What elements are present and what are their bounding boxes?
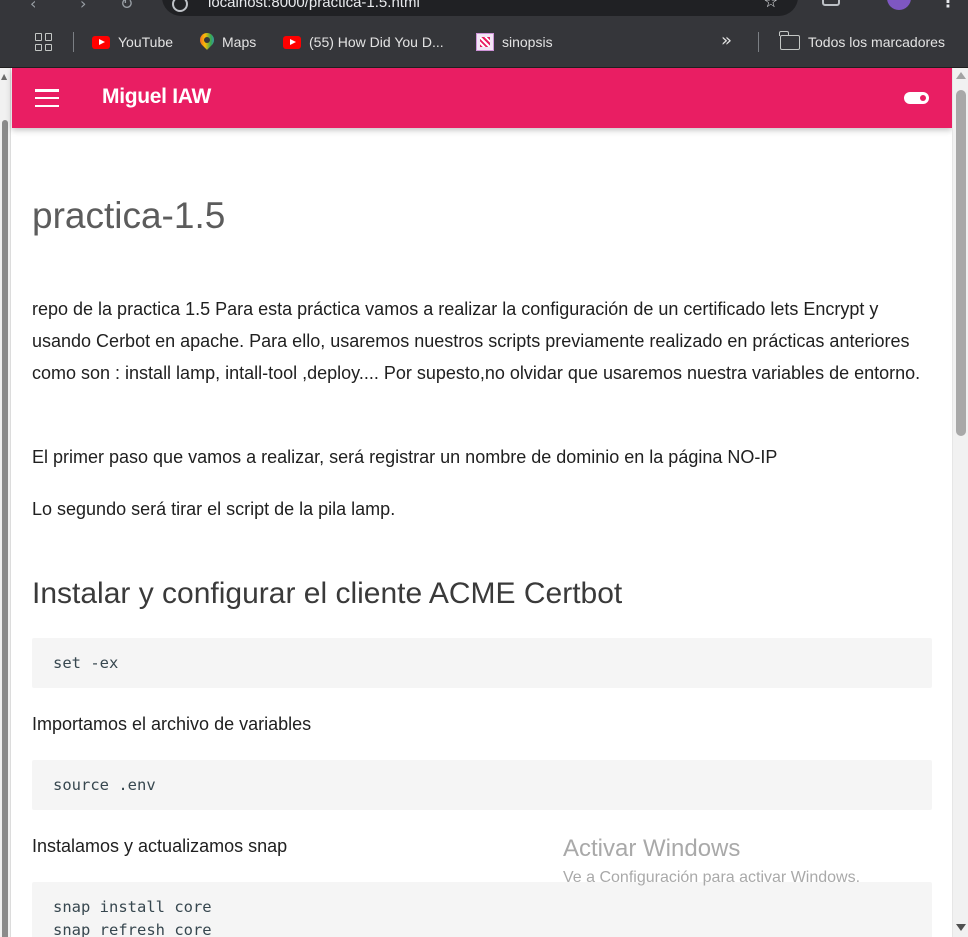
snap-paragraph: Instalamos y actualizamos snap <box>32 836 288 856</box>
bookmark-label: YouTube <box>118 34 174 50</box>
browser-menu-icon[interactable]: ⋮ <box>940 0 956 11</box>
browser-toolbar: ‹ › ↻ localhost:8000/practica-1.5.html ☆… <box>0 0 968 18</box>
scrollbar-thumb[interactable] <box>956 90 966 436</box>
url-text[interactable]: localhost:8000/practica-1.5.html <box>208 0 420 11</box>
side-panel-scrollbar[interactable]: ▲ <box>0 68 11 937</box>
code-block[interactable]: set -ex <box>32 638 932 688</box>
code-block[interactable]: snap install core snap refresh core <box>32 882 932 937</box>
step1-paragraph: El primer paso que vamos a realizar, ser… <box>32 447 778 467</box>
windows-activation-title: Activar Windows <box>563 835 741 862</box>
bookmark-star-icon[interactable]: ☆ <box>764 0 778 11</box>
page-title: practica-1.5 <box>32 195 226 236</box>
sinopsis-favicon-icon <box>476 33 494 51</box>
back-icon[interactable]: ‹ <box>30 0 36 13</box>
palette-toggle-icon[interactable] <box>904 92 929 104</box>
profile-avatar[interactable] <box>887 0 911 10</box>
bookmark-maps[interactable]: Maps <box>200 32 256 52</box>
all-bookmarks-button[interactable]: Todos los marcadores <box>779 30 945 52</box>
address-bar[interactable]: localhost:8000/practica-1.5.html ☆ <box>162 0 798 16</box>
bookmark-sinopsis[interactable]: sinopsis <box>476 32 553 52</box>
forward-icon[interactable]: › <box>80 0 86 13</box>
scroll-down-icon[interactable] <box>956 924 966 931</box>
all-bookmarks-label: Todos los marcadores <box>808 34 945 50</box>
section-heading: Instalar y configurar el cliente ACME Ce… <box>32 577 623 610</box>
extensions-icon[interactable] <box>822 0 840 6</box>
side-scrollbar-thumb[interactable] <box>2 120 8 937</box>
hamburger-menu-icon[interactable] <box>35 89 59 107</box>
bookmark-label: Maps <box>222 34 257 50</box>
windows-activation-subtitle: Ve a Configuración para activar Windows. <box>563 869 861 886</box>
maps-pin-icon <box>200 33 214 51</box>
more-bookmarks-icon[interactable]: » <box>721 30 732 51</box>
youtube-icon <box>92 35 110 49</box>
bookmark-separator <box>73 32 74 52</box>
import-paragraph: Importamos el archivo de variables <box>32 714 312 734</box>
site-title[interactable]: Miguel IAW <box>102 85 211 109</box>
bookmark-separator <box>758 32 759 52</box>
apps-grid-icon[interactable] <box>35 33 53 51</box>
intro-paragraph: repo de la practica 1.5 Para esta prácti… <box>32 299 921 383</box>
step2-paragraph: Lo segundo será tirar el script de la pi… <box>32 499 396 519</box>
reload-icon[interactable]: ↻ <box>120 0 133 13</box>
scroll-up-arrow-icon[interactable]: ▲ <box>1 72 7 81</box>
bookmark-label: (55) How Did You D... <box>309 34 444 50</box>
bookmark-youtube-video[interactable]: (55) How Did You D... <box>283 32 444 52</box>
code-block[interactable]: source .env <box>32 760 932 810</box>
bookmarks-bar: YouTube Maps (55) How Did You D... sinop… <box>0 18 968 68</box>
page-viewport: ▲ Miguel IAW practica-1.5 repo de la pra… <box>0 68 968 937</box>
site-info-icon[interactable] <box>172 0 188 12</box>
page-scrollbar[interactable] <box>952 68 968 937</box>
bookmark-label: sinopsis <box>502 34 553 50</box>
scroll-up-icon[interactable] <box>956 72 966 79</box>
youtube-icon <box>283 35 301 49</box>
folder-icon <box>779 30 800 50</box>
site-header: Miguel IAW <box>12 68 952 128</box>
bookmark-youtube[interactable]: YouTube <box>92 32 173 52</box>
